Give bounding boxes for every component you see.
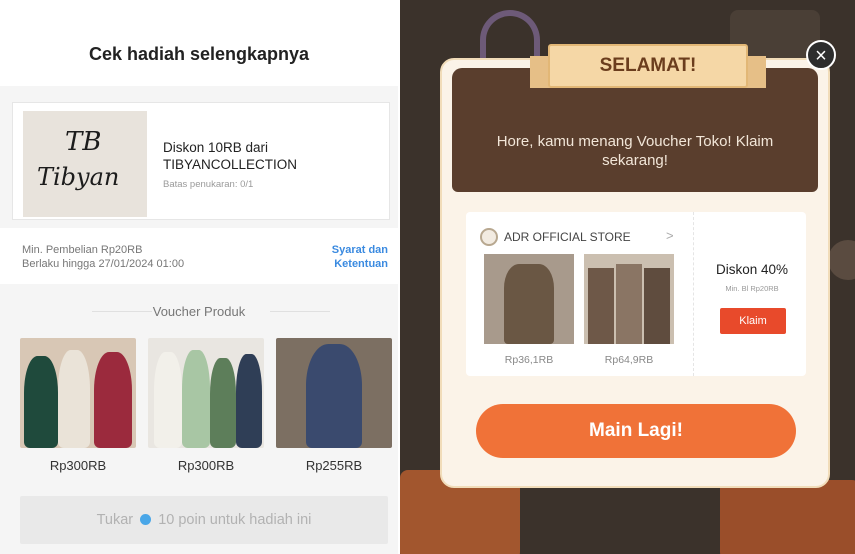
voucher-info-row: Min. Pembelian Rp20RB Berlaku hingga 27/… bbox=[0, 228, 398, 284]
garment bbox=[182, 350, 210, 448]
garment bbox=[236, 354, 262, 448]
product-card[interactable]: Rp255RB bbox=[276, 338, 392, 473]
screenshot-root: Cek hadiah selengkapnya TB Tibyan Diskon… bbox=[0, 0, 855, 554]
reward-detail-panel: Cek hadiah selengkapnya TB Tibyan Diskon… bbox=[0, 0, 398, 554]
reward-modal: SELAMAT! Hore, kamu menang Voucher Toko!… bbox=[440, 44, 830, 488]
product-card[interactable]: Rp300RB bbox=[20, 338, 136, 473]
section-title: Voucher Produk bbox=[152, 304, 246, 319]
discount-label: Diskon 40% bbox=[715, 262, 789, 277]
garment bbox=[210, 358, 236, 448]
win-popup-screen: SELAMAT! Hore, kamu menang Voucher Toko!… bbox=[400, 0, 855, 554]
exchange-suffix: 10 poin untuk hadiah ini bbox=[158, 512, 312, 528]
play-again-button[interactable]: Main Lagi! bbox=[476, 404, 796, 458]
modal-header: SELAMAT! Hore, kamu menang Voucher Toko!… bbox=[452, 44, 818, 192]
store-section[interactable]: ADR OFFICIAL STORE > Rp36,1RB Rp64,9RB bbox=[466, 212, 694, 376]
product-image bbox=[276, 338, 392, 448]
voucher-card[interactable]: TB Tibyan Diskon 10RB dari TIBYANCOLLECT… bbox=[12, 102, 390, 220]
store-icon bbox=[480, 228, 498, 246]
shop-logo: TB Tibyan bbox=[23, 111, 147, 217]
garment bbox=[306, 344, 362, 448]
terms-link[interactable]: Syarat dan Ketentuan bbox=[332, 243, 388, 271]
voucher-conditions: Min. Pembelian Rp20RB Berlaku hingga 27/… bbox=[22, 243, 184, 271]
product-image bbox=[148, 338, 264, 448]
voucher-limit: Batas penukaran: 0/1 bbox=[163, 179, 254, 190]
valid-until: Berlaku hingga 27/01/2024 01:00 bbox=[22, 258, 185, 270]
win-message: Hore, kamu menang Voucher Toko! Klaim se… bbox=[496, 133, 774, 169]
item-image[interactable] bbox=[584, 254, 674, 344]
exchange-prefix: Tukar bbox=[96, 512, 134, 528]
shop-logo-line2: Tibyan bbox=[37, 163, 120, 191]
terms-line2: Ketentuan bbox=[334, 258, 388, 270]
store-name: ADR OFFICIAL STORE bbox=[504, 230, 631, 244]
shop-logo-line1: TB bbox=[65, 127, 102, 157]
coin-icon bbox=[140, 514, 152, 525]
product-price: Rp300RB bbox=[177, 458, 235, 473]
min-purchase: Min. Pembelian Rp20RB bbox=[22, 244, 143, 256]
garment bbox=[154, 352, 182, 448]
item-price: Rp64,9RB bbox=[604, 354, 654, 366]
terms-line1: Syarat dan bbox=[331, 244, 388, 256]
exchange-points-button[interactable]: Tukar 10 poin untuk hadiah ini bbox=[20, 496, 388, 544]
item-image[interactable] bbox=[484, 254, 574, 344]
page-title: Cek hadiah selengkapnya bbox=[88, 44, 310, 64]
background-bag bbox=[720, 480, 855, 554]
product-price: Rp255RB bbox=[305, 458, 363, 473]
garment bbox=[94, 352, 132, 448]
store-voucher-card: ADR OFFICIAL STORE > Rp36,1RB Rp64,9RB D… bbox=[466, 212, 806, 376]
product-card[interactable]: Rp300RB bbox=[148, 338, 264, 473]
product-price: Rp300RB bbox=[49, 458, 107, 473]
header bbox=[0, 0, 398, 86]
voucher-title: Diskon 10RB dari TIBYANCOLLECTION bbox=[163, 140, 298, 172]
min-spend: Min. Bl Rp20RB bbox=[725, 284, 779, 293]
close-icon[interactable]: × bbox=[806, 40, 836, 70]
item-price: Rp36,1RB bbox=[504, 354, 554, 366]
garment bbox=[616, 264, 642, 344]
congrats-banner: SELAMAT! bbox=[548, 44, 748, 88]
chevron-right-icon: > bbox=[666, 228, 674, 243]
garment bbox=[504, 264, 554, 344]
garment bbox=[58, 350, 90, 448]
garment bbox=[644, 268, 670, 344]
section-header: Voucher Produk bbox=[0, 292, 398, 332]
garment bbox=[588, 268, 614, 344]
product-image bbox=[20, 338, 136, 448]
claim-button[interactable]: Klaim bbox=[720, 308, 786, 334]
background-arrow bbox=[828, 240, 855, 280]
garment bbox=[24, 356, 58, 448]
